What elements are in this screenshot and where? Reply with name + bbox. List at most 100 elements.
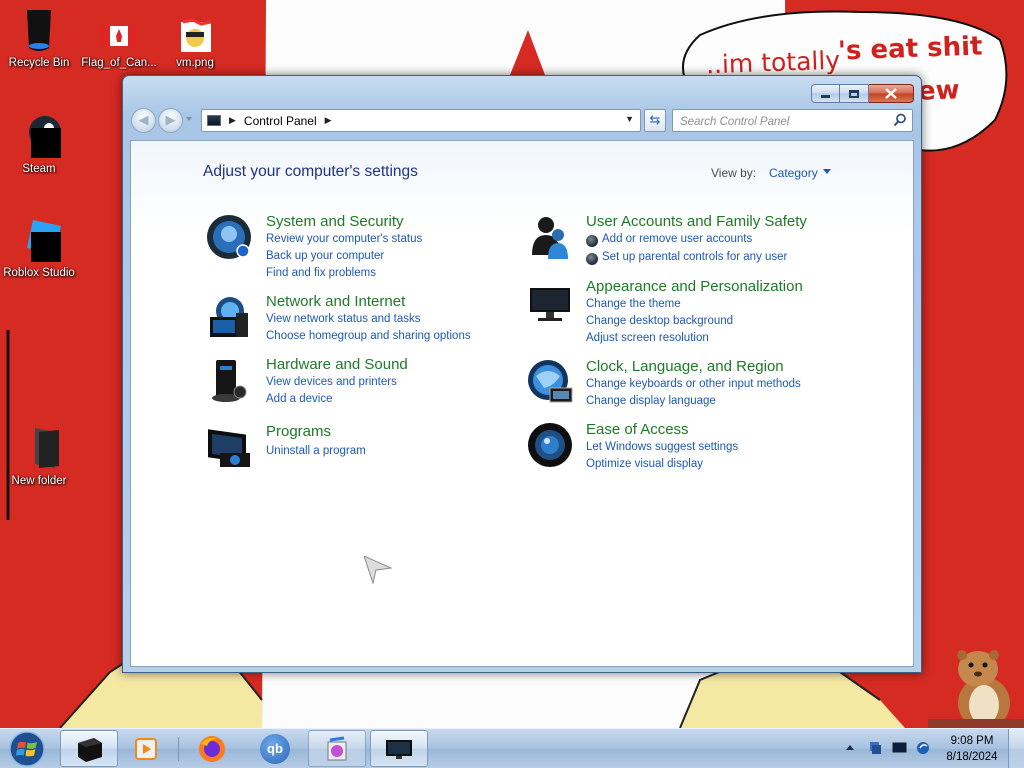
recent-pages-dropdown[interactable] <box>186 117 192 121</box>
taskbar-item-media-player[interactable] <box>120 730 172 767</box>
desktop-icon-steam[interactable]: Steam <box>0 112 78 176</box>
category-link[interactable]: Change the theme <box>586 298 681 310</box>
category-link[interactable]: Back up your computer <box>266 250 384 262</box>
desktop-icon-recycle-bin[interactable]: Recycle Bin <box>0 6 78 70</box>
category-title[interactable]: Clock, Language, and Region <box>586 358 784 375</box>
maximize-button[interactable] <box>840 84 869 103</box>
taskbar-item-control-panel[interactable] <box>370 730 428 767</box>
breadcrumb-separator-icon[interactable]: ▶ <box>325 115 332 126</box>
windows-logo-icon <box>9 731 45 767</box>
control-panel-small-icon <box>207 115 221 126</box>
clock-language-region-icon[interactable] <box>526 358 574 406</box>
folder-icon <box>15 424 63 472</box>
desktop-icon-label: Recycle Bin <box>8 57 70 69</box>
back-arrow-icon: ◀ <box>138 113 149 128</box>
category-appearance: Appearance and Personalization Change th… <box>526 278 846 348</box>
network-internet-icon[interactable] <box>206 293 254 341</box>
breadcrumb-separator-icon[interactable]: ▶ <box>229 115 236 126</box>
category-link[interactable]: Add or remove user accounts <box>586 233 752 247</box>
close-icon <box>885 88 897 99</box>
category-link[interactable]: View network status and tasks <box>266 313 420 325</box>
ease-of-access-icon[interactable] <box>526 421 574 469</box>
taskbar-item-media-center[interactable] <box>308 730 366 767</box>
window-controls <box>811 84 914 103</box>
close-button[interactable] <box>869 84 914 103</box>
taskbar-item-black-app[interactable] <box>60 730 118 767</box>
desktop-icon-label: Flag_of_Can... <box>81 57 157 69</box>
hardware-sound-icon[interactable] <box>206 356 254 404</box>
media-player-icon <box>135 737 157 760</box>
taskbar-item-qbittorrent[interactable]: qb <box>246 730 304 767</box>
desktop-icon-flag-of-canada[interactable]: Flag_of_Can... <box>80 18 158 70</box>
category-link[interactable]: Change keyboards or other input methods <box>586 378 801 390</box>
network-tray-icon[interactable] <box>868 741 883 755</box>
category-title[interactable]: Hardware and Sound <box>266 356 408 373</box>
category-link[interactable]: View devices and printers <box>266 376 397 388</box>
hamster-image <box>928 650 1024 729</box>
category-link[interactable]: Find and fix problems <box>266 267 376 279</box>
steam-icon <box>15 112 63 160</box>
desktop-icon-label: Roblox Studio <box>3 267 75 279</box>
taskbar-separator <box>178 737 179 761</box>
category-ease-of-access: Ease of Access Let Windows suggest setti… <box>526 421 846 477</box>
chevron-down-icon[interactable] <box>823 169 831 174</box>
user-accounts-icon[interactable] <box>526 213 574 261</box>
category-title[interactable]: System and Security <box>266 213 404 230</box>
recycle-bin-icon <box>15 6 63 54</box>
category-link[interactable]: Optimize visual display <box>586 458 703 470</box>
category-link[interactable]: Set up parental controls for any user <box>586 251 787 265</box>
taskbar: qb 9:08 PM 8/18/2024 <box>0 728 1024 768</box>
address-bar[interactable]: ▶ Control Panel ▶ ▼ <box>201 109 641 132</box>
speaker-tray-icon[interactable] <box>916 741 931 755</box>
category-system-and-security: System and Security Review your computer… <box>206 213 506 283</box>
category-link[interactable]: Adjust screen resolution <box>586 332 709 344</box>
category-title[interactable]: Programs <box>266 423 331 440</box>
black-app-icon <box>78 737 102 762</box>
system-security-icon[interactable] <box>206 213 254 261</box>
control-panel-icon <box>386 739 412 759</box>
category-programs: Programs Uninstall a program <box>206 423 506 469</box>
address-dropdown-icon[interactable]: ▼ <box>625 114 634 124</box>
category-hardware-and-sound: Hardware and Sound View devices and prin… <box>206 356 506 412</box>
show-hidden-icons-button[interactable] <box>846 745 854 750</box>
category-link[interactable]: Choose homegroup and sharing options <box>266 330 471 342</box>
back-button[interactable]: ◀ <box>131 108 156 133</box>
show-desktop-button[interactable] <box>1008 729 1024 768</box>
control-panel-content: Adjust your computer's settings View by:… <box>130 140 914 667</box>
category-link[interactable]: Let Windows suggest settings <box>586 441 738 453</box>
search-input[interactable] <box>673 111 883 133</box>
minimize-icon <box>821 94 830 98</box>
search-box[interactable] <box>672 109 913 133</box>
category-link[interactable]: Change desktop background <box>586 315 733 327</box>
breadcrumb-control-panel[interactable]: Control Panel <box>244 114 317 128</box>
maximize-icon <box>849 89 859 98</box>
category-title[interactable]: Appearance and Personalization <box>586 278 803 295</box>
firefox-icon <box>199 735 225 762</box>
desktop-icon-new-folder[interactable]: New folder <box>0 424 78 488</box>
appearance-icon[interactable] <box>526 278 574 326</box>
minimize-button[interactable] <box>811 84 840 103</box>
clock-date[interactable]: 8/18/2024 <box>945 751 999 763</box>
clock-time[interactable]: 9:08 PM <box>950 735 994 747</box>
start-button[interactable] <box>5 729 49 768</box>
taskbar-item-firefox[interactable] <box>186 730 238 767</box>
category-title[interactable]: Network and Internet <box>266 293 405 310</box>
category-link[interactable]: Change display language <box>586 395 716 407</box>
desktop-icon-vm-png[interactable]: vm.png <box>156 18 234 70</box>
page-title: Adjust your computer's settings <box>203 163 418 180</box>
category-link[interactable]: Review your computer's status <box>266 233 422 245</box>
wallpaper-speech-text: ew <box>917 75 961 107</box>
view-by-dropdown[interactable]: Category <box>769 166 818 180</box>
monitor-tray-icon[interactable] <box>892 741 907 755</box>
category-title[interactable]: Ease of Access <box>586 421 689 438</box>
programs-icon[interactable] <box>206 423 254 471</box>
category-link[interactable]: Uninstall a program <box>266 445 366 457</box>
category-link[interactable]: Add a device <box>266 393 333 405</box>
refresh-button[interactable]: ⇆ <box>644 109 666 132</box>
forward-button[interactable]: ▶ <box>158 108 183 133</box>
qbittorrent-icon: qb <box>260 733 290 764</box>
control-panel-window: ◀ ▶ ▶ Control Panel ▶ ▼ ⇆ Adjust your co… <box>122 75 922 673</box>
search-icon[interactable] <box>893 113 907 127</box>
desktop-icon-roblox-studio[interactable]: Roblox Studio <box>0 216 78 280</box>
category-title[interactable]: User Accounts and Family Safety <box>586 213 807 230</box>
